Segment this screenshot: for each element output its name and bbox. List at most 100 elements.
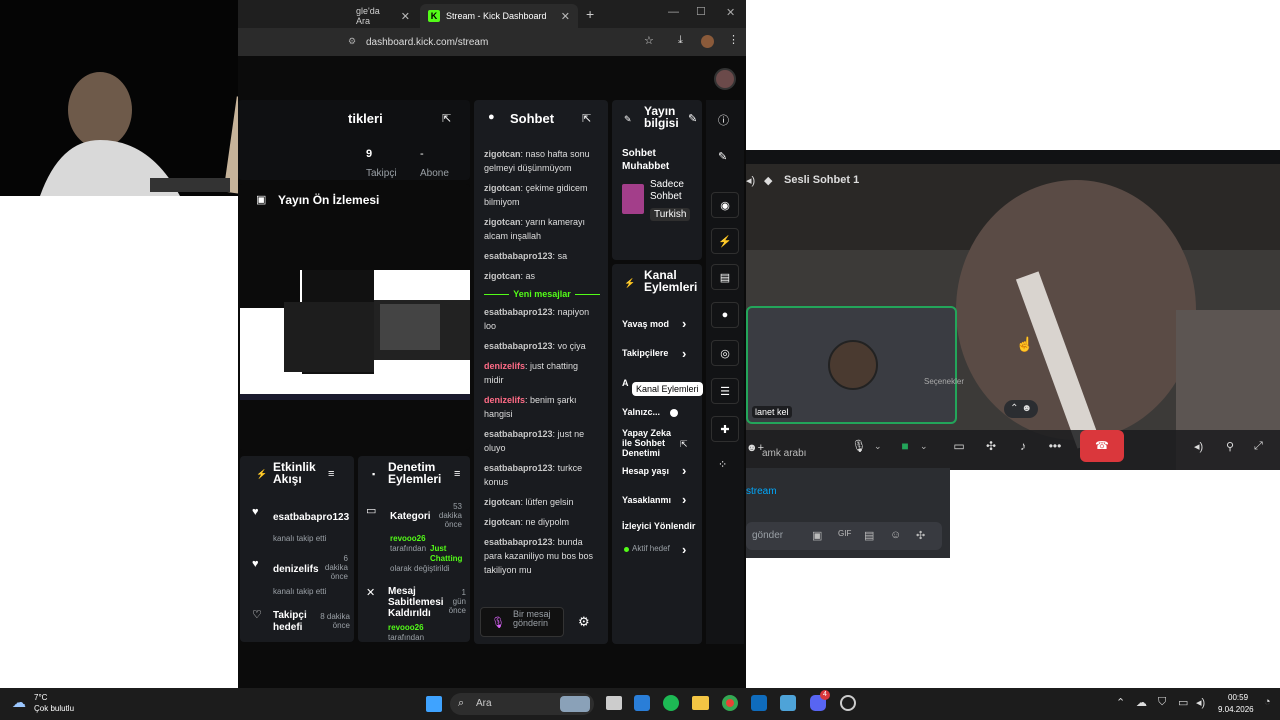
profile-avatar[interactable] bbox=[701, 35, 714, 48]
shield-icon[interactable]: ⛉ bbox=[1158, 696, 1166, 709]
edit-icon[interactable]: ✎ bbox=[688, 112, 697, 125]
chevron-right-icon[interactable]: › bbox=[682, 463, 686, 478]
volume-icon[interactable]: ◂) bbox=[746, 174, 755, 187]
mic-icon[interactable]: 🎙 bbox=[491, 616, 505, 629]
info-icon[interactable]: ⓘ bbox=[718, 112, 729, 128]
menu-icon[interactable]: ⋮ bbox=[728, 33, 739, 46]
settings-gear-icon[interactable]: ⚙ bbox=[578, 614, 590, 630]
action-slow-mode[interactable]: Yavaş mod bbox=[622, 319, 669, 329]
edit-icon[interactable]: ✎ bbox=[718, 150, 727, 163]
activities-icon[interactable]: ✣ bbox=[978, 433, 1004, 459]
message-input[interactable]: gönder ▣ GIF ▤ ☺ ✣ bbox=[746, 522, 942, 550]
wrench-icon[interactable]: ✚ bbox=[711, 416, 739, 442]
close-window-icon[interactable]: ✕ bbox=[726, 6, 735, 19]
start-icon[interactable] bbox=[426, 696, 442, 712]
close-icon[interactable]: ✕ bbox=[401, 10, 410, 23]
maximize-icon[interactable]: ☐ bbox=[696, 5, 706, 18]
chat-username[interactable]: denizelifs bbox=[484, 395, 525, 405]
mail-icon[interactable] bbox=[751, 695, 767, 711]
chat-username[interactable]: esatbabapro123 bbox=[484, 341, 553, 351]
chevron-down-icon[interactable]: ⌄ bbox=[874, 441, 882, 452]
user-avatar[interactable] bbox=[714, 68, 736, 90]
chrome-icon[interactable] bbox=[722, 695, 738, 711]
stream-link[interactable]: stream bbox=[746, 486, 777, 497]
volume-icon[interactable]: ◂) bbox=[1196, 696, 1205, 709]
popout-icon[interactable]: ⇱ bbox=[442, 112, 451, 125]
action-banned[interactable]: Yasaklanmı bbox=[622, 495, 671, 505]
search-box[interactable]: ⌕ Ara bbox=[450, 693, 594, 715]
microphone-icon[interactable]: 🎙 bbox=[846, 433, 872, 459]
chevron-right-icon[interactable]: › bbox=[682, 316, 686, 331]
more-tools-icon[interactable]: ⁘ bbox=[718, 458, 727, 471]
disconnect-button[interactable]: ☎ bbox=[1080, 430, 1124, 462]
sticker-icon[interactable]: ▤ bbox=[864, 529, 874, 542]
chat-username[interactable]: esatbabapro123 bbox=[484, 429, 553, 439]
chat-username[interactable]: esatbabapro123 bbox=[484, 251, 553, 261]
action-ai-moderation[interactable]: Yapay Zeka ile Sohbet Denetimi bbox=[622, 428, 678, 458]
action-only[interactable]: Yalnızc... bbox=[622, 407, 660, 417]
tab-kick-dashboard[interactable]: K Stream - Kick Dashboard ✕ bbox=[420, 4, 578, 28]
minimize-icon[interactable]: — bbox=[668, 6, 679, 18]
chat-username[interactable]: esatbabapro123 bbox=[484, 537, 553, 547]
chat-username[interactable]: zigotcan bbox=[484, 183, 521, 193]
clock-date[interactable]: 9.04.2026 bbox=[1218, 705, 1254, 714]
participant-tile[interactable]: lanet kel bbox=[746, 306, 957, 424]
file-explorer-icon[interactable] bbox=[692, 696, 709, 710]
screen-share-icon[interactable]: ▭ bbox=[946, 433, 972, 459]
filter-icon[interactable]: ≡ bbox=[328, 468, 334, 480]
gift-icon[interactable]: ▣ bbox=[812, 529, 822, 542]
app-icon[interactable] bbox=[840, 695, 856, 711]
chevron-right-icon[interactable]: › bbox=[682, 346, 686, 361]
chevron-right-icon[interactable]: › bbox=[682, 492, 686, 507]
external-link-icon[interactable]: ⇱ bbox=[680, 439, 688, 450]
broadcast-icon[interactable]: ◎ bbox=[711, 340, 739, 366]
document-icon[interactable]: ▤ bbox=[711, 264, 739, 290]
fullscreen-icon[interactable]: ⤢ bbox=[1254, 440, 1263, 453]
action-raid[interactable]: İzleyici Yönlendir bbox=[622, 521, 695, 531]
channel-actions-icon[interactable]: ☰ bbox=[711, 378, 739, 404]
emoji-icon[interactable]: ☺ bbox=[890, 529, 901, 541]
chevron-right-icon[interactable]: › bbox=[682, 542, 686, 557]
soundboard-icon[interactable]: ♪ bbox=[1010, 433, 1036, 459]
close-icon[interactable]: ✕ bbox=[561, 10, 570, 23]
chat-username[interactable]: zigotcan bbox=[484, 217, 521, 227]
more-icon[interactable]: ••• bbox=[1042, 433, 1068, 459]
game-icon[interactable] bbox=[780, 695, 796, 711]
store-icon[interactable] bbox=[634, 695, 650, 711]
weather-icon[interactable]: ☁ bbox=[12, 694, 26, 711]
download-icon[interactable]: ⤓ bbox=[678, 34, 683, 47]
chat-bubble-icon[interactable]: ● bbox=[711, 302, 739, 328]
filter-icon[interactable]: ≡ bbox=[454, 468, 460, 480]
tab-search[interactable]: gle'da Ara ✕ bbox=[348, 4, 418, 28]
options-label[interactable]: Seçenekler bbox=[924, 377, 964, 386]
gif-icon[interactable]: GIF bbox=[838, 529, 851, 538]
action-followers[interactable]: Takipçilere bbox=[622, 348, 668, 358]
chat-username[interactable]: zigotcan bbox=[484, 149, 521, 159]
action-active-goal[interactable]: Aktif hedef bbox=[632, 544, 670, 553]
url-text[interactable]: dashboard.kick.com/stream bbox=[366, 37, 488, 48]
spotify-icon[interactable] bbox=[663, 695, 679, 711]
apps-icon[interactable]: ✣ bbox=[916, 529, 925, 542]
address-bar[interactable]: ⚙ ☆ ⤓ ⋮ bbox=[238, 28, 746, 56]
preview-thumbnail[interactable] bbox=[240, 270, 470, 400]
chat-username[interactable]: zigotcan bbox=[484, 497, 521, 507]
chat-username[interactable]: esatbabapro123 bbox=[484, 463, 553, 473]
action-a[interactable]: A bbox=[622, 378, 629, 388]
chevron-down-icon[interactable]: ⌄ bbox=[920, 441, 928, 452]
chat-username[interactable]: esatbabapro123 bbox=[484, 307, 553, 317]
action-account-age[interactable]: Hesap yaşı bbox=[622, 466, 669, 476]
bookmark-star-icon[interactable]: ☆ bbox=[644, 34, 654, 47]
notification-icon[interactable]: ◔ bbox=[1264, 696, 1271, 708]
camera-icon[interactable]: ◉ bbox=[711, 192, 739, 218]
chat-username[interactable]: denizelifs bbox=[484, 361, 525, 371]
chat-username[interactable]: zigotcan bbox=[484, 517, 521, 527]
chevron-up-icon[interactable]: ⌃ bbox=[1116, 696, 1125, 709]
lightning-icon[interactable]: ⚡ bbox=[711, 228, 739, 254]
chat-username[interactable]: zigotcan bbox=[484, 271, 521, 281]
onedrive-icon[interactable]: ☁ bbox=[1136, 696, 1147, 709]
new-tab-icon[interactable]: + bbox=[586, 6, 594, 22]
volume-icon[interactable]: ◂) bbox=[1194, 440, 1203, 453]
task-view-icon[interactable] bbox=[606, 696, 622, 710]
camera-toggle-icon[interactable]: ■ bbox=[892, 433, 918, 459]
site-settings-icon[interactable]: ⚙ bbox=[348, 36, 356, 47]
